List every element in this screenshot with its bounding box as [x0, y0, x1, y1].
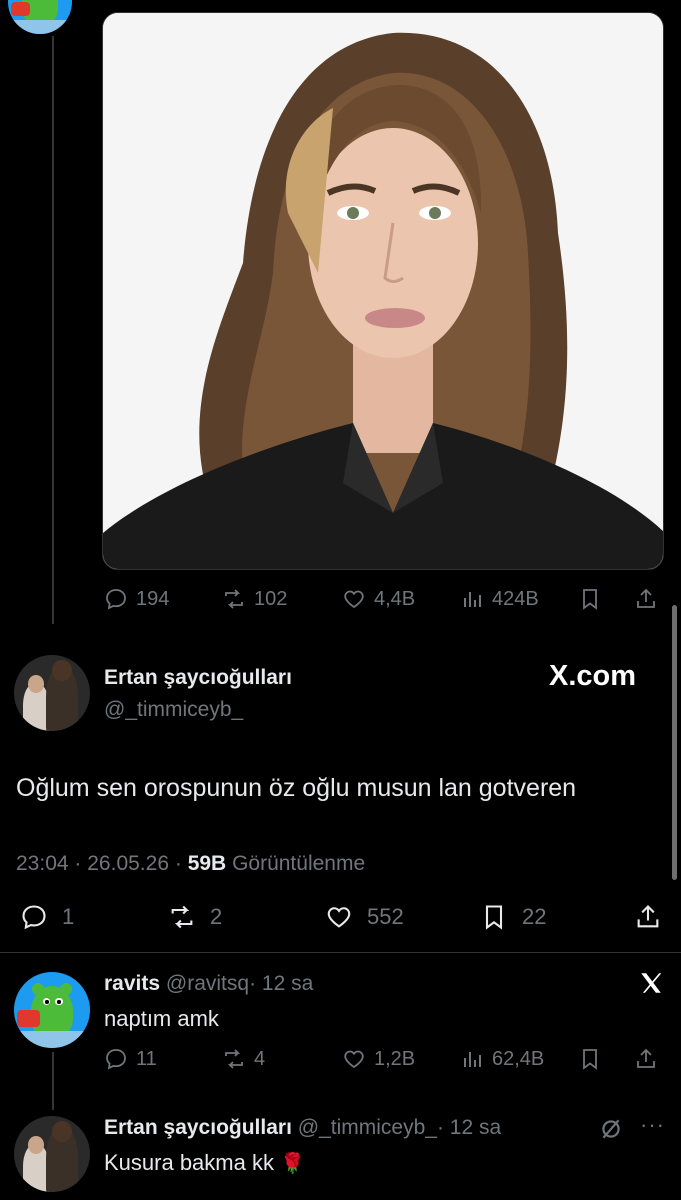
reply1-age[interactable]: 12 sa	[262, 972, 313, 995]
reply1-bookmark-button[interactable]	[578, 1047, 610, 1071]
top-views-button[interactable]: 424B	[460, 587, 539, 611]
top-tweet-avatar[interactable]	[8, 0, 72, 34]
views-count: 62,4B	[492, 1047, 545, 1070]
heart-icon	[327, 907, 351, 928]
meta-separator: ·	[174, 852, 182, 875]
reply2-author-name[interactable]: Ertan şaycıoğulları	[104, 1116, 292, 1139]
repost-icon	[225, 1049, 243, 1069]
scrollbar[interactable]	[672, 605, 677, 880]
reply1-author-handle[interactable]: @ravitsq	[166, 972, 249, 995]
reply-count: 194	[136, 587, 170, 610]
views-count: 59B	[187, 852, 227, 875]
reply-icon	[22, 905, 46, 930]
share-icon	[637, 588, 655, 608]
like-count: 1,2B	[374, 1047, 416, 1070]
repost-count: 102	[254, 587, 288, 610]
tweet-date[interactable]: 26.05.26	[87, 852, 169, 875]
meta-separator: ·	[436, 1116, 444, 1139]
bookmark-icon	[583, 1049, 597, 1070]
top-bookmark-button[interactable]	[578, 587, 610, 611]
like-count: 552	[367, 904, 404, 929]
main-reply-button[interactable]: 1	[20, 903, 74, 931]
repost-count: 2	[210, 904, 223, 929]
reply1-share-button[interactable]	[634, 1047, 666, 1071]
top-like-button[interactable]: 4,4B	[342, 587, 415, 611]
reply-icon	[106, 589, 126, 610]
main-author-handle[interactable]: @_timmiceyb_	[104, 698, 243, 722]
main-tweet-meta: 23:04 · 26.05.26 · 59B Görüntülenme	[16, 852, 365, 876]
heart-icon	[344, 590, 364, 609]
views-count: 424B	[492, 587, 539, 610]
x-logo-badge-text: X.com	[549, 660, 637, 692]
repost-icon	[171, 905, 193, 929]
meta-separator: ·	[74, 852, 82, 875]
main-share-button[interactable]	[634, 903, 676, 931]
reply1-author-name[interactable]: ravits	[104, 972, 160, 995]
reply-icon	[106, 1049, 126, 1070]
reply2-text-content: Kusura bakma kk	[104, 1150, 274, 1175]
tweet-time[interactable]: 23:04	[16, 852, 69, 875]
reply1-avatar[interactable]	[14, 972, 90, 1048]
main-like-button[interactable]: 552	[325, 903, 404, 931]
reply2-author-handle[interactable]: @_timmiceyb_	[298, 1116, 437, 1139]
grok-icon[interactable]	[598, 1116, 624, 1147]
share-icon	[637, 905, 659, 928]
top-reply-button[interactable]: 194	[104, 587, 169, 611]
rose-emoji: 🌹	[280, 1153, 305, 1175]
main-bookmark-button[interactable]: 22	[480, 903, 546, 931]
main-author-name[interactable]: Ertan şaycıoğulları	[104, 666, 292, 690]
top-repost-button[interactable]: 102	[222, 587, 287, 611]
thread-line	[52, 36, 54, 624]
x-com-badge: X.com	[549, 660, 636, 693]
more-options-icon[interactable]: ···	[640, 1112, 665, 1138]
reply1-reply-button[interactable]: 11	[104, 1047, 157, 1071]
views-icon	[464, 1052, 481, 1067]
main-tweet-text: Oğlum sen orospunun öz oğlu musun lan go…	[16, 774, 577, 802]
reply1-repost-button[interactable]: 4	[222, 1047, 265, 1071]
reply2-avatar[interactable]	[14, 1116, 90, 1192]
main-repost-button[interactable]: 2	[168, 903, 222, 931]
heart-icon	[344, 1050, 364, 1069]
reply2-text: Kusura bakma kk 🌹	[104, 1150, 305, 1176]
like-count: 4,4B	[374, 587, 416, 610]
bookmark-icon	[485, 905, 503, 930]
views-label: Görüntülenme	[232, 852, 366, 875]
bookmark-count: 22	[522, 904, 547, 929]
bookmark-icon	[583, 589, 597, 610]
reply1-header: ravits @ravitsq· 12 sa	[104, 972, 313, 996]
reply1-like-button[interactable]: 1,2B	[342, 1047, 415, 1071]
views-icon	[464, 592, 481, 607]
share-icon	[637, 1048, 655, 1068]
repost-icon	[225, 589, 243, 609]
repost-count: 4	[254, 1047, 266, 1070]
reply-count: 1	[62, 904, 75, 929]
reply1-text: naptım amk	[104, 1006, 219, 1031]
tweet-photo[interactable]	[102, 12, 664, 570]
meta-separator: ·	[249, 972, 257, 995]
reply2-header: Ertan şaycıoğulları @_timmiceyb_· 12 sa	[104, 1116, 501, 1140]
main-tweet-avatar[interactable]	[14, 655, 90, 731]
reply2-age[interactable]: 12 sa	[450, 1116, 501, 1139]
top-share-button[interactable]	[634, 587, 666, 611]
x-logo-icon	[638, 970, 664, 1001]
reply-count: 11	[136, 1047, 157, 1070]
reply1-views-button[interactable]: 62,4B	[460, 1047, 544, 1071]
section-divider	[0, 952, 681, 953]
portrait-image	[103, 13, 663, 569]
thread-line	[52, 1052, 54, 1110]
